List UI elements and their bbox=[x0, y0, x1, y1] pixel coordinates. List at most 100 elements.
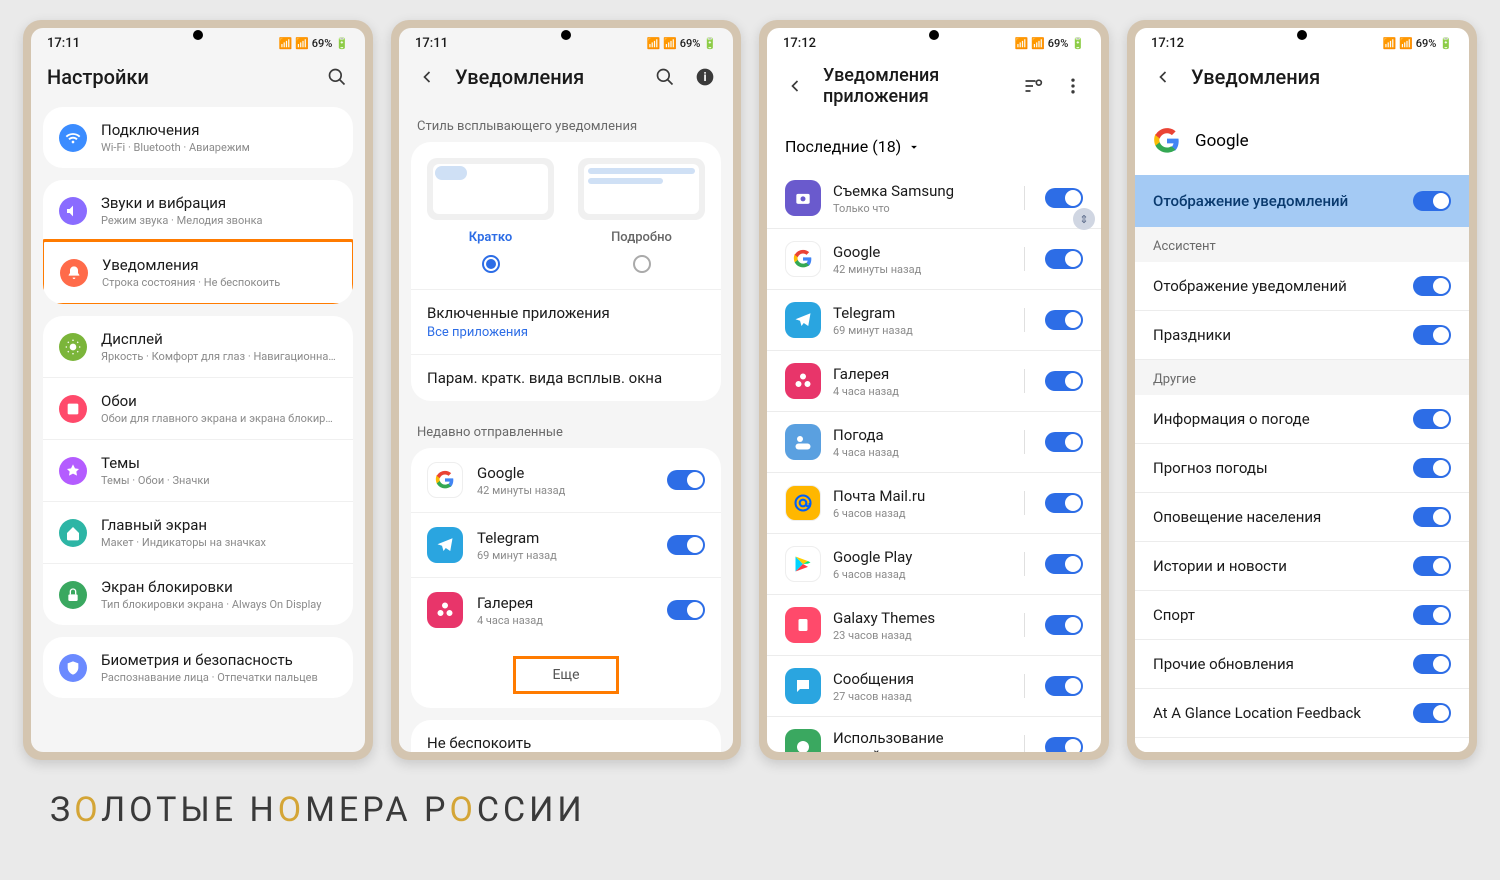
info-icon[interactable]: i bbox=[693, 65, 717, 89]
app-row[interactable]: Сообщения27 часов назад bbox=[767, 656, 1101, 717]
notification-icon bbox=[60, 259, 88, 287]
page-title: Настройки bbox=[47, 65, 309, 89]
app-row[interactable]: Использование устройст.. bbox=[767, 717, 1101, 752]
app-row[interactable]: Погода4 часа назад bbox=[767, 412, 1101, 473]
toggle-app[interactable] bbox=[1045, 432, 1083, 452]
toggle-category[interactable] bbox=[1413, 556, 1451, 576]
dnd-row[interactable]: Не беспокоить bbox=[411, 720, 721, 752]
back-icon[interactable] bbox=[783, 74, 807, 98]
telegram-icon bbox=[427, 527, 463, 563]
sort-icon[interactable] bbox=[1021, 74, 1045, 98]
google-icon bbox=[1153, 127, 1181, 155]
toggle-app[interactable] bbox=[1045, 188, 1083, 208]
app-row[interactable]: Telegram69 минут назад bbox=[767, 290, 1101, 351]
app-name: Google bbox=[1195, 131, 1249, 151]
category-assistant: Ассистент bbox=[1135, 227, 1469, 262]
style-option-brief[interactable]: Кратко bbox=[427, 158, 554, 273]
status-time: 17:12 bbox=[1151, 36, 1184, 51]
toggle-category[interactable] bbox=[1413, 507, 1451, 527]
toggle-app[interactable] bbox=[1045, 310, 1083, 330]
radio-brief[interactable] bbox=[482, 255, 500, 273]
toggle-category[interactable] bbox=[1413, 703, 1451, 723]
app-row[interactable]: Galaxy Themes23 часов назад bbox=[767, 595, 1101, 656]
settings-group-4: Биометрия и безопасностьРаспознавание ли… bbox=[43, 637, 353, 698]
notification-category-row[interactable]: At A Glance Location Feedback bbox=[1135, 689, 1469, 738]
app-icon bbox=[785, 302, 821, 338]
toggle-gallery[interactable] bbox=[667, 600, 705, 620]
notification-category-row[interactable]: Отображение уведомлений bbox=[1135, 262, 1469, 311]
recent-app-google[interactable]: Google42 минуты назад bbox=[411, 448, 721, 512]
notification-category-row[interactable]: Праздники bbox=[1135, 311, 1469, 360]
notification-category-row[interactable]: Прогноз погоды bbox=[1135, 444, 1469, 493]
notification-category-row[interactable]: Оповещение населения bbox=[1135, 493, 1469, 542]
settings-row-wallpaper[interactable]: ОбоиОбои для главного экрана и экрана бл… bbox=[43, 377, 353, 439]
notification-category-row[interactable]: Важные оповещения для нау.. bbox=[1135, 738, 1469, 752]
settings-row-biometrics[interactable]: Биометрия и безопасностьРаспознавание ли… bbox=[43, 637, 353, 698]
status-time: 17:11 bbox=[415, 36, 448, 51]
page-title: Уведомления приложения bbox=[823, 65, 1005, 107]
lock-icon bbox=[59, 581, 87, 609]
wifi-icon bbox=[59, 124, 87, 152]
toggle-app[interactable] bbox=[1045, 737, 1083, 752]
back-icon[interactable] bbox=[415, 65, 439, 89]
popup-params-row[interactable]: Парам. кратк. вида всплыв. окна bbox=[411, 354, 721, 401]
settings-row-home[interactable]: Главный экранМакет · Индикаторы на значк… bbox=[43, 501, 353, 563]
show-notifications-master[interactable]: Отображение уведомлений bbox=[1135, 175, 1469, 227]
style-preview-brief bbox=[427, 158, 554, 220]
recent-apps-card: Google42 минуты назад Telegram69 минут н… bbox=[411, 448, 721, 708]
app-icon bbox=[785, 241, 821, 277]
app-row[interactable]: Почта Mail.ru6 часов назад bbox=[767, 473, 1101, 534]
app-icon bbox=[785, 607, 821, 643]
toggle-category[interactable] bbox=[1413, 654, 1451, 674]
toggle-google[interactable] bbox=[667, 470, 705, 490]
toggle-category[interactable] bbox=[1413, 605, 1451, 625]
toggle-master[interactable] bbox=[1413, 191, 1451, 211]
home-icon bbox=[59, 519, 87, 547]
app-row[interactable]: Галерея4 часа назад bbox=[767, 351, 1101, 412]
status-icons: 📶 📶 69%🔋 bbox=[1015, 37, 1085, 50]
style-option-detailed[interactable]: Подробно bbox=[578, 158, 705, 273]
app-row[interactable]: Google Play6 часов назад bbox=[767, 534, 1101, 595]
toggle-app[interactable] bbox=[1045, 371, 1083, 391]
app-row[interactable]: Съемка SamsungТолько что bbox=[767, 168, 1101, 229]
notification-category-row[interactable]: Прочие обновления bbox=[1135, 640, 1469, 689]
scroll-indicator[interactable]: ⇕ bbox=[1073, 208, 1095, 230]
toggle-app[interactable] bbox=[1045, 493, 1083, 513]
settings-row-display[interactable]: ДисплейЯркость · Комфорт для глаз · Нави… bbox=[43, 316, 353, 377]
recent-app-telegram[interactable]: Telegram69 минут назад bbox=[411, 512, 721, 577]
radio-detailed[interactable] bbox=[633, 255, 651, 273]
recent-app-gallery[interactable]: Галерея4 часа назад bbox=[411, 577, 721, 642]
toggle-category[interactable] bbox=[1413, 409, 1451, 429]
app-row[interactable]: Google42 минуты назад bbox=[767, 229, 1101, 290]
search-icon[interactable] bbox=[653, 65, 677, 89]
toggle-category[interactable] bbox=[1413, 458, 1451, 478]
toggle-app[interactable] bbox=[1045, 615, 1083, 635]
page-title: Уведомления bbox=[455, 65, 637, 89]
settings-row-sounds[interactable]: Звуки и вибрацияРежим звука · Мелодия зв… bbox=[43, 180, 353, 241]
back-icon[interactable] bbox=[1151, 65, 1175, 89]
toggle-telegram[interactable] bbox=[667, 535, 705, 555]
filter-dropdown[interactable]: Последние (18) bbox=[767, 125, 1101, 168]
toggle-app[interactable] bbox=[1045, 676, 1083, 696]
notification-category-row[interactable]: Истории и новости bbox=[1135, 542, 1469, 591]
svg-text:i: i bbox=[703, 70, 706, 84]
notification-category-row[interactable]: Спорт bbox=[1135, 591, 1469, 640]
enabled-apps-row[interactable]: Включенные приложенияВсе приложения bbox=[411, 289, 721, 354]
style-section-header: Стиль всплывающего уведомления bbox=[399, 107, 733, 142]
settings-row-notifications[interactable]: УведомленияСтрока состояния · Не беспоко… bbox=[43, 239, 353, 304]
toggle-app[interactable] bbox=[1045, 249, 1083, 269]
settings-row-connections[interactable]: ПодключенияWi-Fi · Bluetooth · Авиарежим bbox=[43, 107, 353, 168]
notification-category-row[interactable]: Информация о погоде bbox=[1135, 395, 1469, 444]
more-button[interactable]: Еще bbox=[411, 642, 721, 708]
more-icon[interactable] bbox=[1061, 74, 1085, 98]
search-icon[interactable] bbox=[325, 65, 349, 89]
toggle-app[interactable] bbox=[1045, 554, 1083, 574]
phone-4: 17:12 📶 📶 69%🔋 Уведомления Google Отобра… bbox=[1127, 20, 1477, 760]
settings-row-lock[interactable]: Экран блокировкиТип блокировки экрана · … bbox=[43, 563, 353, 625]
toggle-category[interactable] bbox=[1413, 325, 1451, 345]
status-icons: 📶 📶 69%🔋 bbox=[1383, 37, 1453, 50]
settings-row-themes[interactable]: ТемыТемы · Обои · Значки bbox=[43, 439, 353, 501]
toggle-category[interactable] bbox=[1413, 276, 1451, 296]
app-icon bbox=[785, 668, 821, 704]
app-icon bbox=[785, 363, 821, 399]
